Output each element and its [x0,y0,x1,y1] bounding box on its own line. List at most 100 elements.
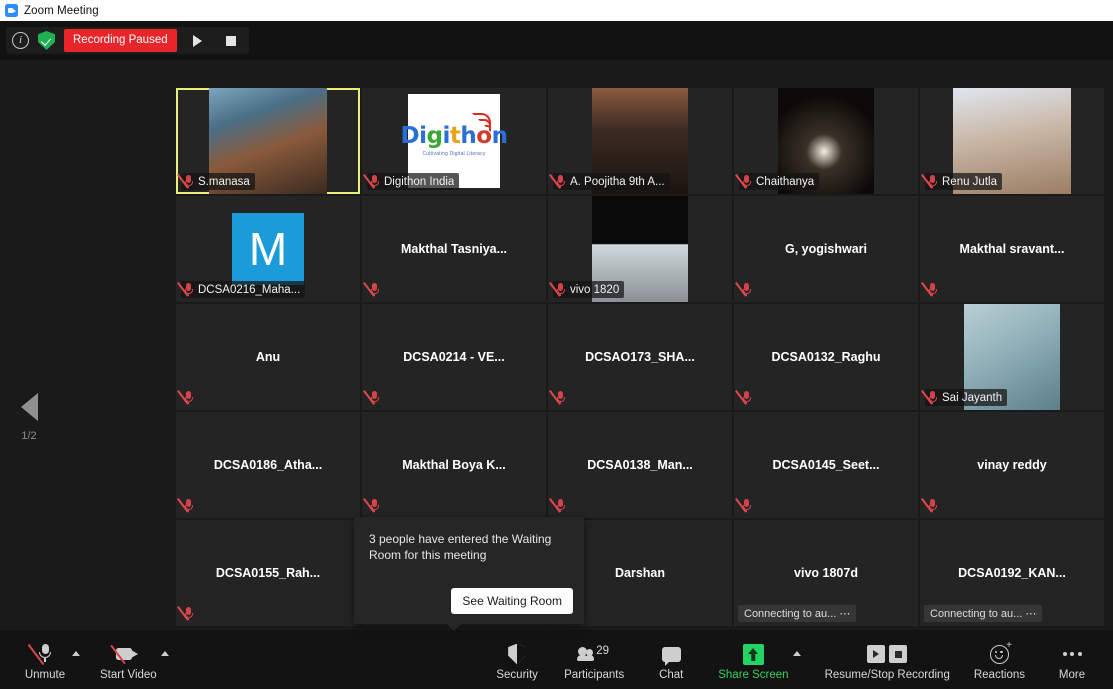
previous-page-control[interactable]: 1/2 [13,393,45,442]
participant-name: DCSA0186_Atha... [213,458,323,472]
microphone-muted-icon [363,390,380,405]
info-icon[interactable]: i [12,32,29,49]
microphone-muted-icon [363,282,380,297]
participant-name: vivo 1807d [794,566,858,580]
logo-tagline: Cultivating Digital Literacy [422,151,486,157]
play-icon [193,34,203,47]
microphone-muted-icon [921,390,938,405]
participant-tile[interactable]: vivo 1820 [548,196,732,302]
audio-connecting-status: Connecting to au... ⋯ [738,605,857,622]
participant-tile[interactable]: DCSA0132_Raghu [734,304,918,410]
participant-tile[interactable]: Renu Jutla [920,88,1104,194]
share-options-caret-icon[interactable] [792,651,801,656]
resume-recording-button[interactable] [186,29,210,53]
microphone-muted-icon [177,282,194,297]
participants-button[interactable]: 29 Participants [564,638,624,681]
shield-check-icon[interactable] [38,31,55,50]
wifi-arcs-icon [469,110,491,132]
reactions-button[interactable]: + Reactions [974,638,1025,681]
participant-status-badge [735,389,757,406]
participant-tile[interactable]: Digithon Cultivating Digital Literacy Digi… [362,88,546,194]
microphone-muted-icon [363,498,380,513]
participant-tile[interactable]: vinay reddy [920,412,1104,518]
reactions-icon: + [989,640,1012,665]
participant-tile[interactable]: A. Poojitha 9th A... [548,88,732,194]
microphone-muted-icon [549,390,566,405]
participant-tile[interactable]: DCSAO173_SHA... [548,304,732,410]
resume-stop-recording-button[interactable]: Resume/Stop Recording [825,638,950,681]
camera-off-icon [110,643,140,665]
see-waiting-room-button[interactable]: See Waiting Room [451,588,573,614]
participant-tile[interactable]: DCSA0186_Atha... [176,412,360,518]
more-label: More [1058,669,1086,681]
participant-tile[interactable]: Makthal sravant... [920,196,1104,302]
participant-tile[interactable]: DCSA0138_Man... [548,412,732,518]
microphone-muted-icon [735,498,752,513]
participant-tile[interactable]: M DCSA0216_Maha... [176,196,360,302]
participant-tile[interactable]: S.manasa [176,88,360,194]
participant-tile[interactable]: Sai Jayanth [920,304,1104,410]
participant-name: Sai Jayanth [942,391,1003,404]
participant-status-badge [363,497,385,514]
participant-status-badge: Renu Jutla [921,173,1002,190]
participant-tile[interactable]: G, yogishwari [734,196,918,302]
left-arrow-icon [20,393,38,421]
participant-tile[interactable]: DCSA0214 - VE... [362,304,546,410]
participant-tile[interactable]: Anu [176,304,360,410]
chat-bubble-icon [661,643,681,666]
microphone-muted-icon [735,390,752,405]
participant-name: A. Poojitha 9th A... [570,175,665,188]
unmute-button[interactable]: Unmute [22,638,68,681]
participant-status-badge [363,281,385,298]
participant-status-badge: DCSA0216_Maha... [177,281,306,298]
participants-label: Participants [564,669,625,681]
participant-name: Darshan [614,566,666,580]
microphone-muted-icon [921,174,938,189]
participant-status-badge [735,281,757,298]
share-screen-button[interactable]: Share Screen [718,638,789,681]
participant-name: DCSA0138_Man... [587,458,693,472]
audio-options-caret-icon[interactable] [72,651,80,656]
window-title: Zoom Meeting [24,4,99,17]
participant-status-badge [177,605,199,622]
waiting-room-message: 3 people have entered the Waiting Room f… [369,532,552,562]
microphone-muted-icon [549,282,566,297]
participant-name: S.manasa [198,175,250,188]
start-video-button[interactable]: Start Video [100,638,157,681]
participant-tile[interactable]: DCSA0155_Rah... [176,520,360,626]
recording-status-badge: Recording Paused [64,29,177,52]
participants-count: 29 [596,645,609,657]
participant-status-badge [735,497,757,514]
participant-tile[interactable]: Makthal Tasniya... [362,196,546,302]
unmute-label: Unmute [24,669,66,681]
meeting-toolbar: Unmute Start Video Security 29 Participa… [0,630,1113,689]
reactions-label: Reactions [973,669,1025,681]
participant-tile[interactable]: DCSA0145_Seet... [734,412,918,518]
chat-button[interactable]: Chat [648,638,694,681]
participant-name: Anu [255,350,281,364]
participant-name: Makthal Boya K... [402,458,506,472]
microphone-muted-icon [177,498,194,513]
participant-tile[interactable]: DCSA0192_KAN... Connecting to au... ⋯ [920,520,1104,626]
participant-status-badge [921,281,943,298]
avatar: M [232,213,304,285]
participant-name: DCSA0155_Rah... [215,566,321,580]
security-button[interactable]: Security [494,638,540,681]
share-screen-icon [742,643,764,665]
participant-status-badge: vivo 1820 [549,281,625,298]
audio-control-group: Unmute [22,638,80,681]
more-button[interactable]: More [1049,638,1095,681]
participant-tile[interactable]: Chaithanya [734,88,918,194]
recording-toolbar: i Recording Paused [0,21,1113,60]
participant-name: Makthal Tasniya... [400,242,508,256]
microphone-muted-icon [177,606,194,621]
participant-name: DCSA0216_Maha... [198,283,301,296]
video-options-caret-icon[interactable] [160,651,169,656]
microphone-muted-icon [363,174,380,189]
participant-status-badge [363,389,385,406]
stop-recording-button[interactable] [219,29,243,53]
microphone-muted-icon [549,498,566,513]
participant-tile[interactable]: Makthal Boya K... [362,412,546,518]
microphone-muted-icon [177,174,194,189]
participant-tile[interactable]: vivo 1807d Connecting to au... ⋯ [734,520,918,626]
